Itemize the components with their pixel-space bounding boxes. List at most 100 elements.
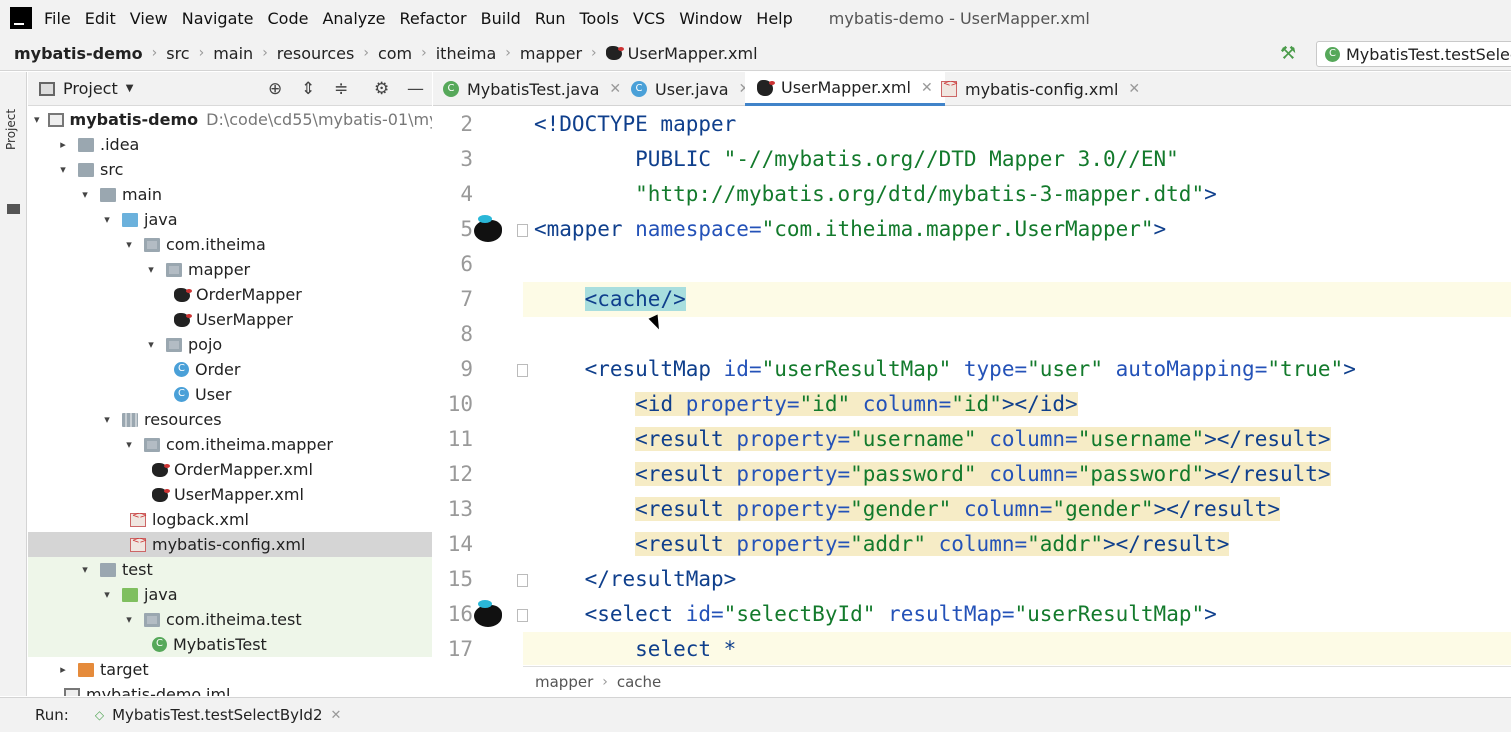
code-line[interactable]: <result property="username" column="user… (523, 422, 1511, 457)
breadcrumb-src[interactable]: src (166, 44, 189, 63)
tree-item[interactable]: ▾ com.itheima.test (28, 607, 432, 632)
chevron-down-icon[interactable]: ▾ (100, 413, 114, 426)
close-icon[interactable]: ✕ (331, 708, 342, 723)
editor-breadcrumb-mapper[interactable]: mapper (535, 673, 593, 691)
code-line[interactable]: "http://mybatis.org/dtd/mybatis-3-mapper… (523, 177, 1511, 212)
menu-vcs[interactable]: VCS (633, 9, 665, 28)
menu-file[interactable]: File (44, 9, 71, 28)
menu-refactor[interactable]: Refactor (400, 9, 467, 28)
run-tab-label[interactable]: MybatisTest.testSelectById2 (112, 706, 322, 724)
tree-item[interactable]: ▾ src (28, 157, 432, 182)
project-tool-button[interactable]: Project (4, 109, 18, 150)
chevron-down-icon[interactable]: ▾ (122, 613, 136, 626)
close-icon[interactable]: ✕ (1128, 81, 1140, 97)
code-editor[interactable]: <!DOCTYPE mapper PUBLIC "-//mybatis.org/… (523, 107, 1511, 665)
code-line[interactable] (523, 247, 1511, 282)
menu-help[interactable]: Help (756, 9, 792, 28)
code-line[interactable] (523, 317, 1511, 352)
tree-item[interactable]: ▾ resources (28, 407, 432, 432)
chevron-down-icon[interactable]: ▾ (56, 163, 70, 176)
mybatis-gutter-icon[interactable] (474, 215, 502, 242)
code-line[interactable]: PUBLIC "-//mybatis.org//DTD Mapper 3.0//… (523, 142, 1511, 177)
menu-navigate[interactable]: Navigate (182, 9, 254, 28)
menu-window[interactable]: Window (679, 9, 742, 28)
breadcrumb-itheima[interactable]: itheima (436, 44, 497, 63)
tree-item[interactable]: ▾ java (28, 582, 432, 607)
code-line[interactable]: <result property="addr" column="addr"></… (523, 527, 1511, 562)
chevron-down-icon[interactable]: ▾ (78, 563, 92, 576)
locate-file-icon[interactable]: ⊕ (268, 79, 282, 99)
tree-item[interactable]: UserMapper.xml (28, 482, 432, 507)
code-line[interactable]: select * (523, 632, 1511, 665)
menu-build[interactable]: Build (481, 9, 521, 28)
code-line[interactable]: <!DOCTYPE mapper (523, 107, 1511, 142)
expand-all-icon[interactable]: ⇕ (301, 79, 315, 99)
tree-item[interactable]: OrderMapper.xml (28, 457, 432, 482)
chevron-down-icon[interactable]: ▾ (144, 263, 158, 276)
code-line[interactable]: <result property="gender" column="gender… (523, 492, 1511, 527)
tree-item[interactable]: mybatis-demo.iml (28, 682, 432, 696)
tab-mybatis-config-xml[interactable]: mybatis-config.xml ✕ (941, 72, 1140, 106)
chevron-right-icon[interactable]: ▸ (56, 138, 70, 151)
gear-icon[interactable]: ⚙ (374, 79, 389, 99)
tree-item[interactable]: C User (28, 382, 432, 407)
tree-item[interactable]: ▾ main (28, 182, 432, 207)
code-line[interactable]: </resultMap> (523, 562, 1511, 597)
close-icon[interactable]: ✕ (921, 80, 933, 96)
chevron-down-icon[interactable]: ▼ (126, 83, 134, 94)
chevron-down-icon[interactable]: ▾ (144, 338, 158, 351)
tree-item[interactable]: ▾ java (28, 207, 432, 232)
code-line[interactable]: <select id="selectById" resultMap="userR… (523, 597, 1511, 632)
tree-item[interactable]: C MybatisTest (28, 632, 432, 657)
tree-item[interactable]: mybatis-config.xml (28, 532, 432, 557)
menu-run[interactable]: Run (535, 9, 566, 28)
chevron-right-icon[interactable]: ▸ (56, 663, 70, 676)
breadcrumb-com[interactable]: com (378, 44, 412, 63)
tree-item[interactable]: OrderMapper (28, 282, 432, 307)
menu-analyze[interactable]: Analyze (322, 9, 385, 28)
code-line[interactable]: <mapper namespace="com.itheima.mapper.Us… (523, 212, 1511, 247)
chevron-down-icon[interactable]: ▾ (122, 238, 136, 251)
tree-item[interactable]: UserMapper (28, 307, 432, 332)
chevron-down-icon[interactable]: ▾ (34, 113, 40, 126)
chevron-down-icon[interactable]: ▾ (78, 188, 92, 201)
tab-user-java[interactable]: C User.java✕ (631, 72, 750, 106)
breadcrumb-file[interactable]: UserMapper.xml (628, 44, 758, 63)
test-class-icon: C (152, 637, 167, 652)
tree-item[interactable]: ▾ com.itheima.mapper (28, 432, 432, 457)
tree-item[interactable]: ▾ mapper (28, 257, 432, 282)
code-line[interactable]: <resultMap id="userResultMap" type="user… (523, 352, 1511, 387)
menu-code[interactable]: Code (268, 9, 309, 28)
tree-item[interactable]: ▸ target (28, 657, 432, 682)
mybatis-gutter-icon[interactable] (474, 600, 502, 627)
chevron-down-icon[interactable]: ▾ (100, 213, 114, 226)
tree-item[interactable]: logback.xml (28, 507, 432, 532)
code-line[interactable]: <result property="password" column="pass… (523, 457, 1511, 492)
breadcrumb-project[interactable]: mybatis-demo (14, 44, 143, 63)
menu-tools[interactable]: Tools (580, 9, 619, 28)
breadcrumb-main[interactable]: main (213, 44, 253, 63)
chevron-down-icon[interactable]: ▾ (122, 438, 136, 451)
tab-usermapper-xml[interactable]: UserMapper.xml ✕ (745, 72, 945, 106)
menu-view[interactable]: View (130, 9, 168, 28)
chevron-down-icon[interactable]: ▾ (100, 588, 114, 601)
tree-item[interactable]: ▾ com.itheima (28, 232, 432, 257)
menu-edit[interactable]: Edit (85, 9, 116, 28)
code-line[interactable]: <id property="id" column="id"></id> (523, 387, 1511, 422)
collapse-all-icon[interactable]: ≑ (334, 79, 348, 99)
tree-item[interactable]: ▾ mybatis-demo D:\code\cd55\mybatis-01\myb… (28, 107, 432, 132)
code-line[interactable]: <cache/> (523, 282, 1511, 317)
build-hammer-icon[interactable]: ⚒ (1280, 43, 1296, 64)
run-configuration-select[interactable]: C MybatisTest.testSelec (1316, 41, 1511, 67)
hide-panel-icon[interactable]: — (407, 79, 424, 99)
tab-mybatistest-java[interactable]: C MybatisTest.java ✕ (443, 72, 621, 106)
tree-item[interactable]: ▾ pojo (28, 332, 432, 357)
close-icon[interactable]: ✕ (609, 81, 621, 97)
editor-breadcrumb-cache[interactable]: cache (617, 673, 661, 691)
tree-item[interactable]: C Order (28, 357, 432, 382)
breadcrumb-resources[interactable]: resources (277, 44, 355, 63)
project-view-select[interactable]: Project (63, 79, 118, 98)
breadcrumb-mapper[interactable]: mapper (520, 44, 582, 63)
tree-item[interactable]: ▸ .idea (28, 132, 432, 157)
tree-item[interactable]: ▾ test (28, 557, 432, 582)
